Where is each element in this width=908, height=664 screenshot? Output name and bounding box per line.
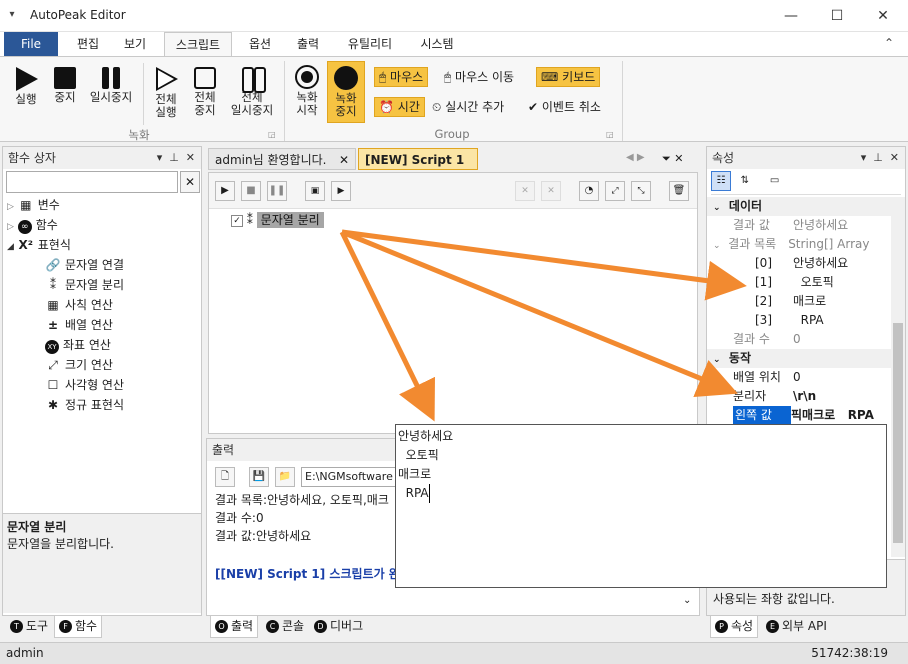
annotation-arrows bbox=[339, 229, 747, 422]
status-user: admin bbox=[6, 646, 44, 660]
status-clock: 51742:38:19 bbox=[811, 646, 888, 660]
status-bar: admin 51742:38:19 bbox=[0, 642, 908, 664]
arrow-to-popup bbox=[339, 230, 435, 422]
